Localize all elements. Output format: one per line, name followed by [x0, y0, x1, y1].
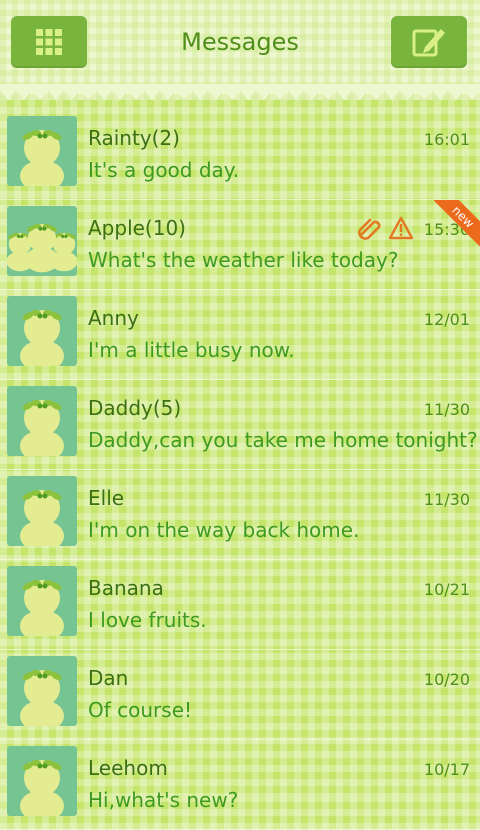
attachment-icon — [358, 218, 381, 240]
contact-name: Anny — [88, 306, 139, 330]
message-snippet: Of course! — [88, 698, 193, 722]
conversation-row[interactable]: Daddy(5) 11/30 Daddy,can you take me hom… — [0, 380, 480, 470]
person-icon — [20, 670, 64, 726]
person-icon — [20, 130, 64, 186]
conversation-row[interactable]: Banana 10/21 I love fruits. — [0, 560, 480, 650]
message-snippet: Daddy,can you take me home tonight? — [88, 428, 478, 452]
contact-name: Dan — [88, 666, 129, 690]
person-icon — [20, 310, 64, 366]
conversation-row[interactable]: Apple(10) 15:30 What's the weather like … — [0, 200, 480, 290]
message-time: 11/30 — [423, 400, 470, 419]
person-icon — [20, 400, 64, 456]
avatar — [7, 746, 77, 816]
message-snippet: I'm a little busy now. — [88, 338, 295, 362]
person-icon — [20, 760, 64, 816]
conversation-row[interactable]: Anny 12/01 I'm a little busy now. — [0, 290, 480, 380]
message-snippet: What's the weather like today? — [88, 248, 399, 272]
message-time: 10/20 — [423, 670, 470, 689]
contact-name: Leehom — [88, 756, 168, 780]
contact-name: Banana — [88, 576, 164, 600]
message-time: 12/01 — [423, 310, 470, 329]
person-icon — [7, 223, 77, 273]
conversation-list[interactable]: Rainty(2) 16:01 It's a good day. Apple(1… — [0, 110, 480, 830]
avatar — [7, 386, 77, 456]
compose-button[interactable] — [391, 16, 467, 68]
contact-name: Daddy(5) — [88, 396, 182, 420]
header-zigzag-edge — [0, 84, 480, 100]
avatar-group — [7, 206, 77, 276]
warning-icon — [388, 216, 414, 240]
message-time: 10/21 — [423, 580, 470, 599]
avatar — [7, 116, 77, 186]
message-snippet: I'm on the way back home. — [88, 518, 360, 542]
avatar — [7, 566, 77, 636]
avatar — [7, 296, 77, 366]
conversation-row[interactable]: Elle 11/30 I'm on the way back home. — [0, 470, 480, 560]
new-badge-label: new — [434, 200, 480, 246]
avatar — [7, 476, 77, 546]
compose-icon — [412, 29, 445, 57]
message-snippet: It's a good day. — [88, 158, 240, 182]
avatar — [7, 656, 77, 726]
message-time: 16:01 — [423, 130, 470, 149]
contact-name: Apple(10) — [88, 216, 186, 240]
conversation-row[interactable]: Leehom 10/17 Hi,what's new? — [0, 740, 480, 830]
person-icon — [20, 490, 64, 546]
conversation-row[interactable]: Dan 10/20 Of course! — [0, 650, 480, 740]
conversation-row[interactable]: Rainty(2) 16:01 It's a good day. — [0, 110, 480, 200]
contact-name: Elle — [88, 486, 125, 510]
contact-name: Rainty(2) — [88, 126, 180, 150]
person-icon — [20, 580, 64, 636]
message-time: 10/17 — [423, 760, 470, 779]
message-time: 11/30 — [423, 490, 470, 509]
new-badge: new — [434, 200, 480, 246]
message-snippet: Hi,what's new? — [88, 788, 239, 812]
message-snippet: I love fruits. — [88, 608, 207, 632]
